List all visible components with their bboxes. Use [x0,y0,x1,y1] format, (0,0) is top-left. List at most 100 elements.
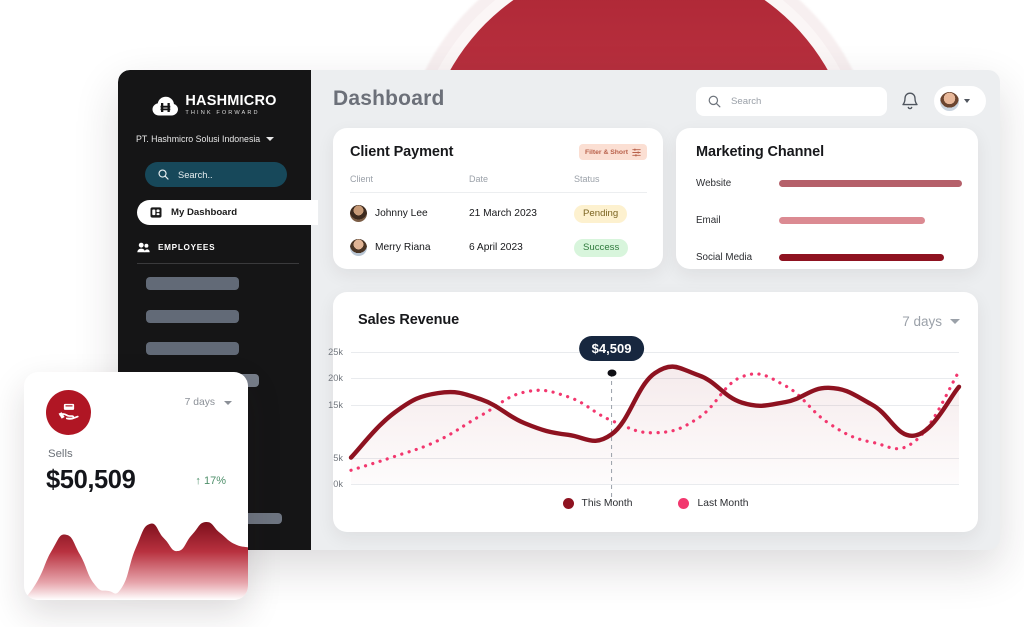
user-menu[interactable] [934,86,986,116]
marketing-channel-label: Website [696,177,732,189]
screenshot-root: HASHMICRO THINK FORWARD PT. Hashmicro So… [0,0,1024,627]
payment-date: 21 March 2023 [469,207,537,219]
filter-and-short-button[interactable]: Filter & Short [578,144,647,160]
brand-logo: HASHMICRO THINK FORWARD [118,94,311,117]
filter-button-label: Filter & Short [584,148,628,156]
revenue-legend: This Month Last Month [333,498,978,509]
chevron-down-icon [266,137,275,141]
revenue-plot: 25k 20k 15k 5k 0k $4,509 [328,336,962,502]
search-placeholder: Search [731,96,762,107]
sidebar-search-input[interactable]: Search.. [145,162,287,187]
sidebar-item-label: My Dashboard [171,207,238,218]
sells-range-selector[interactable]: 7 days [185,397,232,408]
notifications-button[interactable] [901,91,921,113]
marketing-channel-label: Email [696,214,721,226]
legend-color-dot [562,498,574,509]
revenue-range-label: 7 days [902,314,942,329]
revenue-range-selector[interactable]: 7 days [902,314,960,329]
status-cell: Pending [574,203,647,223]
y-axis-tick-label: 5k [333,452,343,463]
marketing-channel-card: Marketing Channel Website Email Social M… [676,128,978,269]
sidebar-section-label: EMPLOYEES [158,243,216,252]
status-badge: Pending [574,204,628,223]
sidebar-section-employees[interactable]: EMPLOYEES [137,242,299,264]
legend-item-last-month: Last Month [678,498,748,509]
chevron-down-icon [964,99,970,103]
marketing-bar-track [779,179,962,187]
sells-summary-card: 7 days Sells $50,509 ↑ 17% [24,372,248,600]
client-name: Johnny Lee [375,207,428,219]
column-header-status: Status [574,174,600,184]
top-bar: Dashboard Search [311,70,1000,132]
sells-money-icon [46,390,91,435]
y-axis-tick-label: 25k [328,346,343,357]
client-payment-title: Client Payment [350,144,454,160]
filter-sliders-icon [632,148,641,156]
page-title: Dashboard [333,87,445,110]
marketing-bar [779,253,944,261]
sidebar-skeleton-item[interactable] [146,310,239,323]
marketing-channel-title: Marketing Channel [696,144,825,160]
sidebar-item-my-dashboard[interactable]: My Dashboard [137,200,318,225]
status-badge: Success [574,238,629,257]
legend-color-dot [678,498,690,509]
legend-label: Last Month [697,498,749,509]
client-name: Merry Riana [375,241,431,253]
bell-icon [902,92,918,110]
revenue-data-point [607,369,617,377]
sidebar-skeleton-item[interactable] [146,277,239,290]
sales-revenue-card: Sales Revenue 7 days 25k 20k 15k 5k 0k $… [328,292,978,532]
revenue-line-chart [348,364,962,502]
marketing-bar [779,179,962,187]
hand-money-icon [58,403,79,420]
column-header-date: Date [469,174,489,184]
y-axis-tick-label: 0k [333,479,343,489]
marketing-bar-row: Email [696,213,962,227]
column-header-client: Client [350,174,374,184]
chevron-down-icon [950,319,960,324]
table-row[interactable]: Merry Riana 6 April 2023 Success [350,232,647,262]
table-row[interactable]: Johnny Lee 21 March 2023 Pending [350,198,647,228]
logo-name: HASHMICRO [185,93,277,109]
sidebar-skeleton-item[interactable] [146,342,239,355]
company-name: PT. Hashmicro Solusi Indonesia [136,134,261,144]
chevron-down-icon [224,400,232,405]
sells-label: Sells [48,448,73,460]
client-payment-card: Client Payment Filter & Short Client Dat… [333,128,663,269]
logo-tagline: THINK FORWARD [185,110,260,116]
grid-line [351,484,959,485]
sales-revenue-title: Sales Revenue [358,312,460,328]
marketing-bar [779,216,926,224]
dashboard-grid-icon [150,207,162,218]
sells-delta: ↑ 17% [195,475,226,487]
client-cell: Johnny Lee [350,204,469,222]
legend-label: This Month [581,498,633,509]
marketing-bar-row: Website [696,176,962,190]
marketing-bar-row: Social Media [696,250,962,264]
legend-item-this-month: This Month [562,498,633,509]
sells-sparkline-chart [24,521,248,600]
status-cell: Success [574,237,647,257]
app-window: HASHMICRO THINK FORWARD PT. Hashmicro So… [118,70,1000,550]
company-selector[interactable]: PT. Hashmicro Solusi Indonesia [136,134,300,144]
marketing-bar-track [779,216,962,224]
avatar [350,204,367,222]
sidebar-search-placeholder: Search.. [178,169,213,180]
y-axis-tick-label: 15k [328,399,343,410]
y-axis-tick-label: 20k [328,373,343,384]
marketing-channel-label: Social Media [696,251,753,263]
content-area: Dashboard Search Client Payment Filter &… [311,70,1000,550]
search-icon [158,169,169,180]
employees-icon [137,242,150,253]
search-input[interactable]: Search [696,87,887,116]
client-cell: Merry Riana [350,238,469,256]
marketing-bar-track [779,253,962,261]
revenue-tooltip: $4,509 [578,336,645,362]
avatar [939,90,960,112]
payment-table-header: Client Date Status [350,174,647,193]
sells-value: $50,509 [46,466,136,494]
sells-range-label: 7 days [184,397,215,408]
payment-date: 6 April 2023 [469,241,523,253]
hashmicro-cloud-icon [152,97,179,116]
avatar [350,238,367,256]
